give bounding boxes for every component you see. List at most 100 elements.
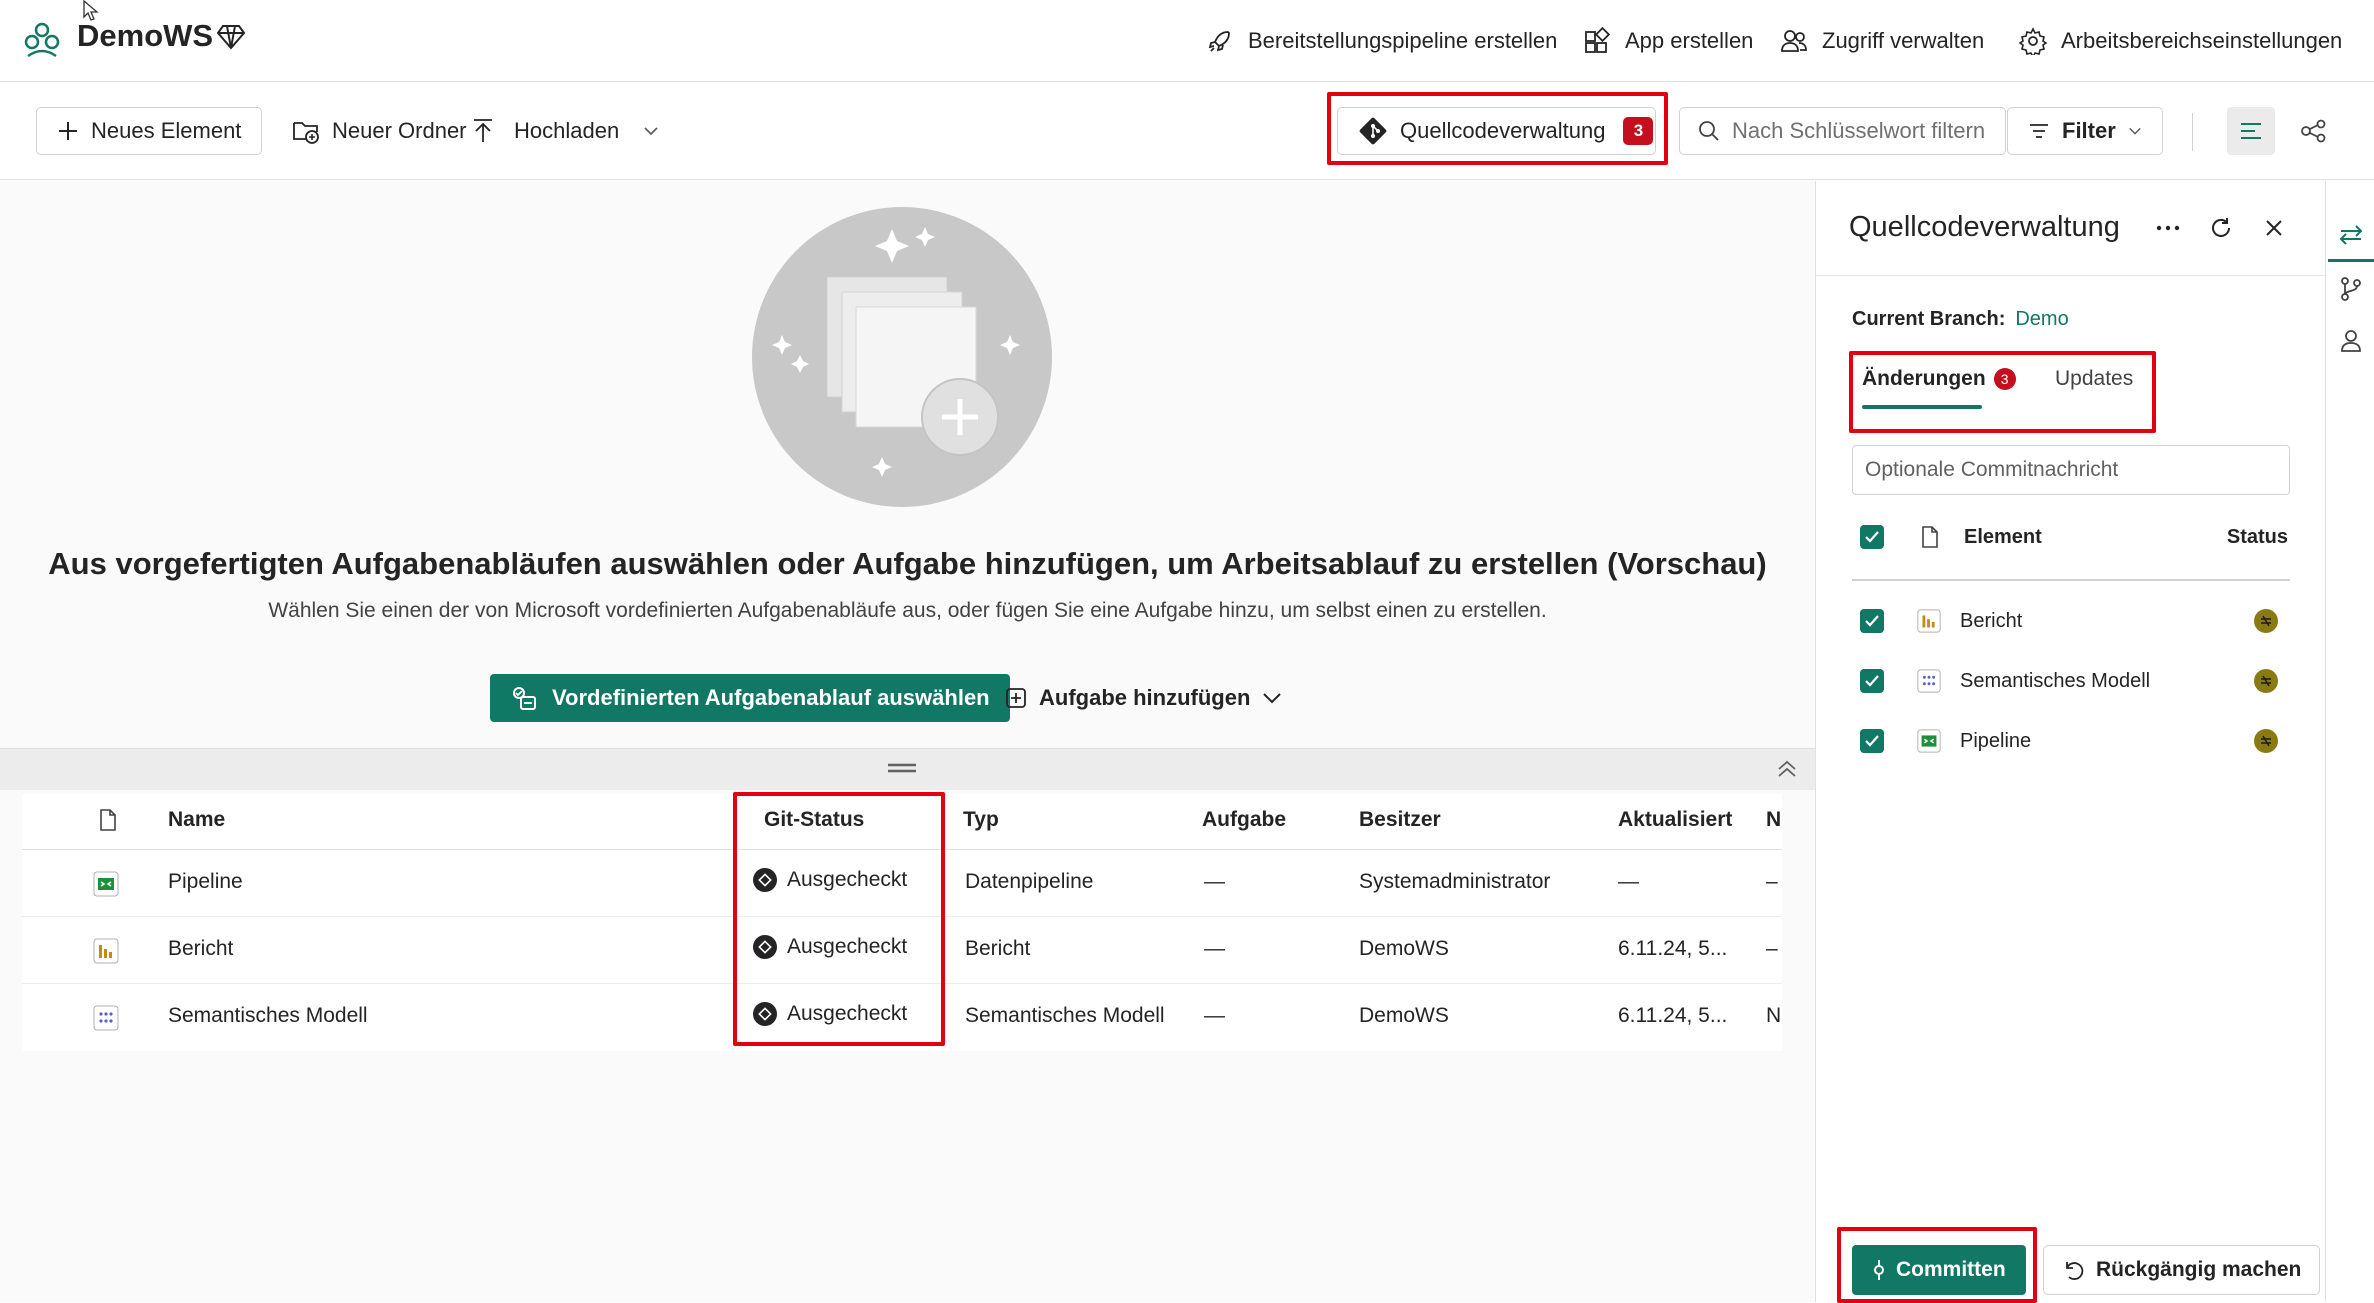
git-status-cell: Ausgecheckt (753, 868, 907, 892)
lineage-view-button[interactable] (2290, 107, 2338, 155)
item-name: Bericht (1960, 609, 2023, 632)
tab-updates[interactable]: Updates (2055, 367, 2133, 391)
git-checkout-icon (753, 868, 777, 892)
item-checkbox[interactable] (1860, 729, 1884, 753)
column-updated[interactable]: Aktualisiert (1618, 808, 1732, 832)
report-icon (1916, 608, 1942, 634)
row-name[interactable]: Semantisches Modell (168, 1004, 368, 1028)
undo-button[interactable]: Rückgängig machen (2043, 1245, 2321, 1295)
semantic-model-icon (1916, 668, 1942, 694)
row-updated: 6.11.24, 5... (1618, 1004, 1728, 1027)
change-item[interactable]: Semantisches Modell (1860, 661, 2290, 701)
list-view-button[interactable] (2227, 107, 2275, 155)
git-checkout-icon (753, 1002, 777, 1026)
commit-message-input[interactable]: Optionale Commitnachricht (1852, 445, 2290, 495)
row-name[interactable]: Bericht (168, 937, 233, 961)
commit-button[interactable]: Committen (1852, 1245, 2026, 1295)
current-branch: Current Branch: Demo (1852, 308, 2069, 331)
row-task: — (1204, 870, 1225, 893)
column-next[interactable]: N (1766, 808, 1780, 832)
pipeline-icon (1916, 728, 1942, 754)
row-extra: N (1766, 1004, 1782, 1027)
table-row[interactable]: Pipeline Ausgecheckt Datenpipeline — Sys… (22, 850, 1782, 917)
mouse-cursor-icon (83, 0, 101, 22)
tab-changes[interactable]: Änderungen 3 (1862, 367, 2016, 391)
upload-icon (472, 118, 494, 144)
items-table: Name Git-Status Typ Aufgabe Besitzer Akt… (22, 792, 1782, 1051)
modified-status-icon (2254, 729, 2278, 753)
workspace-content: Aus vorgefertigten Aufgabenabläufen ausw… (0, 181, 1815, 1302)
taskflow-icon (510, 684, 538, 712)
new-item-button[interactable]: Neues Element (36, 107, 263, 155)
commit-icon (1872, 1258, 1886, 1282)
folder-add-icon (292, 118, 320, 144)
refresh-icon[interactable] (2206, 213, 2236, 243)
side-rail (2325, 181, 2374, 1302)
lineage-icon (2301, 119, 2327, 143)
change-item[interactable]: Pipeline (1860, 721, 2290, 761)
column-name[interactable]: Name (168, 808, 225, 832)
item-checkbox[interactable] (1860, 669, 1884, 693)
tab-active-indicator (1862, 405, 1982, 409)
column-git-status[interactable]: Git-Status (764, 808, 864, 832)
account-rail-button[interactable] (2326, 317, 2374, 365)
hero-subtitle: Wählen Sie einen der von Microsoft vorde… (268, 599, 1547, 622)
row-type: Semantisches Modell (965, 1004, 1165, 1027)
changes-list-header: Element Status (1860, 517, 2290, 557)
filter-button[interactable]: Filter (2007, 107, 2163, 155)
branch-rail-button[interactable] (2326, 265, 2374, 313)
people-icon (1780, 27, 1808, 55)
git-checkout-icon (753, 935, 777, 959)
workspace-icon (22, 20, 62, 60)
chevron-down-icon (643, 126, 659, 136)
git-status-cell: Ausgecheckt (753, 1002, 907, 1026)
git-status-cell: Ausgecheckt (753, 935, 907, 959)
semantic-model-icon (92, 1004, 120, 1032)
column-type[interactable]: Typ (963, 808, 999, 832)
new-folder-button[interactable]: Neuer Ordner (292, 107, 467, 155)
collapse-chevron-icon[interactable] (1776, 759, 1798, 779)
column-element: Element (1964, 525, 2042, 548)
manage-access-button[interactable]: Zugriff verwalten (1780, 24, 1984, 58)
drag-handle-icon[interactable] (886, 761, 918, 775)
source-control-rail-button[interactable] (2326, 211, 2374, 259)
keyword-filter-input[interactable]: Nach Schlüsselwort filtern (1679, 107, 2006, 155)
toolbar-divider (2192, 113, 2193, 151)
column-task[interactable]: Aufgabe (1202, 808, 1286, 832)
resize-splitter[interactable] (0, 748, 1815, 790)
workspace-title: DemoWS (77, 18, 214, 53)
branch-icon (2340, 276, 2362, 302)
item-checkbox[interactable] (1860, 609, 1884, 633)
table-header: Name Git-Status Typ Aufgabe Besitzer Akt… (22, 794, 1782, 850)
chevron-down-icon (1262, 692, 1282, 704)
workspace-settings-button[interactable]: Arbeitsbereichseinstellungen (2019, 24, 2342, 58)
close-icon[interactable] (2259, 213, 2289, 243)
pane-title: Quellcodeverwaltung (1849, 211, 2120, 243)
app-icon (1583, 27, 1611, 55)
table-row[interactable]: Semantisches Modell Ausgecheckt Semantis… (22, 984, 1782, 1051)
column-owner[interactable]: Besitzer (1359, 808, 1441, 832)
row-name[interactable]: Pipeline (168, 870, 243, 894)
hero-illustration (752, 207, 1052, 507)
more-options-icon[interactable] (2153, 213, 2183, 243)
item-name: Pipeline (1960, 729, 2032, 752)
table-row[interactable]: Bericht Ausgecheckt Bericht — DemoWS 6.1… (22, 917, 1782, 984)
create-app-button[interactable]: App erstellen (1583, 24, 1753, 58)
plus-icon (57, 120, 79, 142)
upload-button[interactable]: Hochladen (472, 107, 659, 155)
pane-divider (1816, 275, 2326, 276)
select-predefined-taskflow-button[interactable]: Vordefinierten Aufgabenablauf auswählen (490, 674, 1010, 722)
modified-status-icon (2254, 609, 2278, 633)
list-view-icon (2239, 121, 2263, 141)
select-all-checkbox[interactable] (1860, 525, 1884, 549)
branch-name[interactable]: Demo (2015, 308, 2068, 331)
gear-icon (2019, 27, 2047, 55)
create-deployment-pipeline-button[interactable]: Bereitstellungspipeline erstellen (1206, 24, 1557, 58)
rail-active-indicator (2328, 259, 2374, 262)
column-status: Status (2226, 525, 2288, 548)
filter-icon (2028, 121, 2050, 141)
add-task-button[interactable]: Aufgabe hinzufügen (1005, 674, 1282, 722)
change-item[interactable]: Bericht (1860, 601, 2290, 641)
report-icon (92, 937, 120, 965)
source-control-button[interactable]: Quellcodeverwaltung 3 (1337, 107, 1656, 155)
